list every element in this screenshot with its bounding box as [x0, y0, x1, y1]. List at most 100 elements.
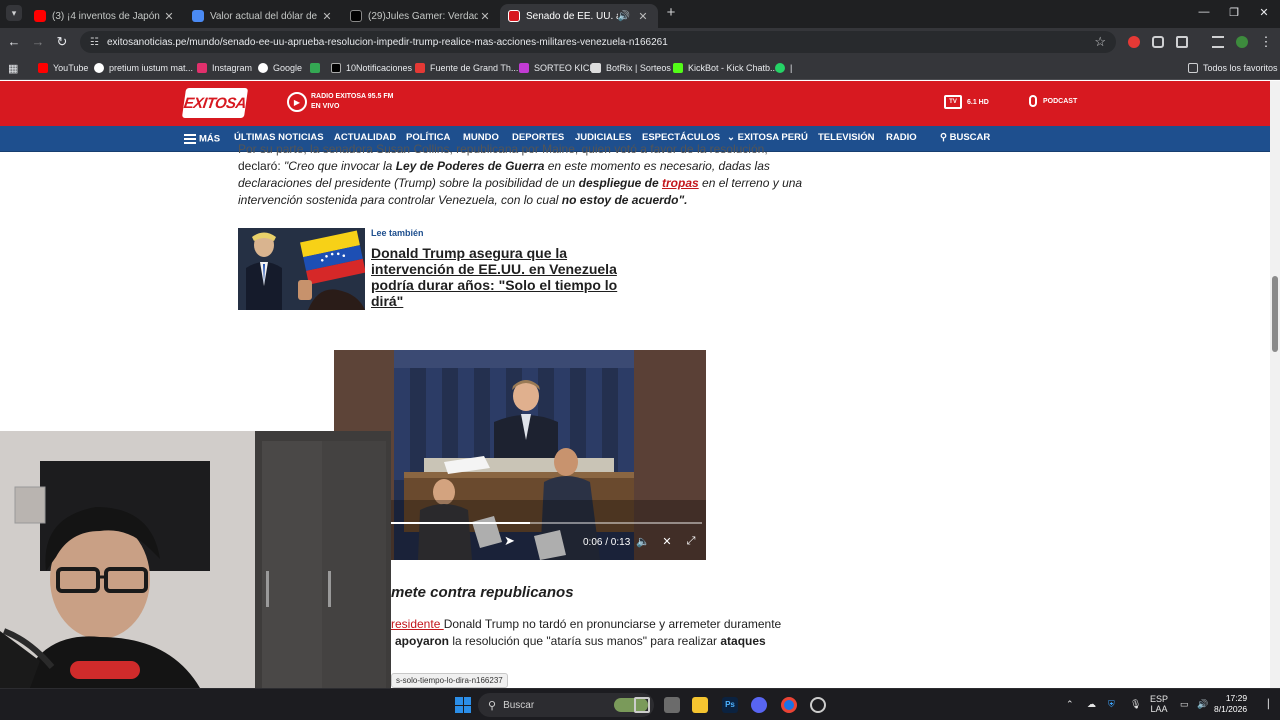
- address-bar[interactable]: ☷ exitosanoticias.pe/mundo/senado-ee-uu-…: [80, 31, 1116, 53]
- app-icon[interactable]: [664, 697, 680, 713]
- presidente-link[interactable]: residente: [391, 617, 444, 631]
- notifications-icon[interactable]: ▏: [1268, 699, 1275, 710]
- minimize-icon[interactable]: —: [1197, 6, 1211, 18]
- profile-avatar[interactable]: [1236, 36, 1248, 48]
- colorful-favicon-icon: [310, 63, 320, 73]
- video-progress-bar[interactable]: [384, 522, 702, 524]
- tropas-link[interactable]: tropas: [662, 176, 699, 190]
- radio-live-button[interactable]: ▶ RADIO EXITOSA 95.5 FM EN VIVO: [287, 92, 393, 112]
- bookmark-10notificaciones[interactable]: 10Notificaciones: [331, 61, 412, 75]
- apps-grid-icon[interactable]: ▦: [8, 61, 18, 75]
- file-explorer-icon[interactable]: [692, 697, 708, 713]
- site-header: EXITOSA ▶ RADIO EXITOSA 95.5 FM EN VIVO …: [0, 81, 1270, 126]
- bookmark-instagram[interactable]: Instagram: [197, 61, 252, 75]
- x-share-icon[interactable]: ✕: [660, 535, 674, 548]
- bookmark-youtube[interactable]: YouTube: [38, 61, 88, 75]
- bookmark-gta[interactable]: Fuente de Grand Th...: [415, 61, 518, 75]
- discord-icon[interactable]: [751, 697, 767, 713]
- bookmark-sorteo-kick[interactable]: SORTEO KICK: [519, 61, 595, 75]
- taskbar-search[interactable]: ⚲ Buscar: [478, 693, 654, 717]
- hamburger-icon: [184, 132, 196, 146]
- tray-mic-icon[interactable]: 🎙: [1130, 699, 1141, 710]
- back-icon[interactable]: ←: [6, 34, 22, 50]
- audio-playing-icon[interactable]: 🔊: [618, 11, 630, 22]
- menu-kebab-icon[interactable]: ⋮: [1258, 34, 1274, 50]
- close-tab-icon[interactable]: ✕: [478, 10, 492, 23]
- text: declaró:: [238, 159, 285, 173]
- nav-buscar[interactable]: ⚲ BUSCAR: [940, 132, 990, 143]
- app-circle-icon[interactable]: [810, 697, 826, 713]
- tv-label: 6.1 HD: [967, 98, 989, 106]
- google-icon: [258, 63, 268, 73]
- chrome-icon[interactable]: [781, 697, 797, 713]
- podcast-button[interactable]: PODCAST: [1029, 95, 1077, 107]
- tab-1[interactable]: (3) ¡4 inventos de Japón y Core ✕: [26, 4, 184, 28]
- input-language[interactable]: ESP LAA: [1150, 694, 1168, 714]
- bookmark-kickbot[interactable]: KickBot - Kick Chatb...: [673, 61, 778, 75]
- new-tab-button[interactable]: +: [664, 5, 678, 20]
- bookmark-label: YouTube: [53, 63, 89, 73]
- taskbar-clock[interactable]: 17:29 8/1/2026: [1214, 693, 1247, 715]
- bold-text: no estoy de acuerdo".: [561, 193, 688, 207]
- exitosa-favicon-icon: [508, 10, 520, 22]
- site-info-icon[interactable]: ☷: [90, 37, 99, 48]
- tv-button[interactable]: TV 6.1 HD: [944, 95, 989, 109]
- bookmark-botrix[interactable]: BotRix | Sorteos: [591, 61, 671, 75]
- close-tab-icon[interactable]: ✕: [162, 10, 176, 23]
- bookmark-pretium[interactable]: pretium iustum mat...: [94, 61, 193, 75]
- fullscreen-icon[interactable]: ⤢: [684, 535, 698, 548]
- scrollbar-thumb[interactable]: [1272, 276, 1278, 352]
- media-controls-icon[interactable]: [1212, 36, 1224, 48]
- tray-cloud-icon[interactable]: ☁: [1087, 699, 1096, 710]
- photoshop-icon[interactable]: Ps: [722, 697, 738, 713]
- related-article-image[interactable]: [238, 228, 365, 310]
- all-bookmarks-folder[interactable]: Todos los favoritos: [1188, 61, 1278, 75]
- extension-red-icon[interactable]: [1128, 36, 1140, 48]
- text: Donald Trump no tardó en pronunciarse y …: [443, 617, 782, 631]
- extensions-puzzle-icon[interactable]: [1176, 36, 1188, 48]
- webcam-overlay: [0, 431, 391, 688]
- youtube-favicon-icon: [34, 10, 46, 22]
- tab-2[interactable]: Valor actual del dólar de 1913 ✕: [184, 4, 342, 28]
- search-label: Buscar: [503, 699, 535, 711]
- tray-network-icon[interactable]: ▭: [1180, 699, 1189, 710]
- bookmark-unnamed[interactable]: [310, 61, 325, 75]
- bookmark-label: 10Notificaciones: [346, 63, 413, 73]
- restore-icon[interactable]: ❐: [1227, 6, 1241, 19]
- page-scrollbar[interactable]: [1270, 81, 1280, 688]
- x-icon: [331, 63, 341, 73]
- extension-box-icon[interactable]: [1152, 36, 1164, 48]
- bookmark-whatsapp[interactable]: |: [775, 61, 792, 75]
- reload-icon[interactable]: ↻: [54, 34, 70, 50]
- tray-shield-icon[interactable]: ⛨: [1108, 699, 1115, 710]
- windows-start-icon[interactable]: [455, 697, 471, 713]
- related-article-card[interactable]: Lee también Donald Trump asegura que la …: [238, 228, 638, 310]
- task-view-icon[interactable]: [634, 697, 650, 713]
- text: en el terreno y una: [698, 176, 803, 190]
- forward-icon[interactable]: →: [30, 34, 46, 50]
- radio-label: RADIO EXITOSA 95.5 FM: [311, 93, 394, 100]
- nav-label: MÁS: [199, 133, 221, 145]
- text: "Creo que invocar la: [284, 159, 396, 173]
- close-window-icon[interactable]: ✕: [1257, 6, 1271, 19]
- bookmark-star-icon[interactable]: ☆: [1094, 34, 1106, 50]
- nav-mas[interactable]: MÁS: [184, 132, 220, 146]
- close-tab-icon[interactable]: ✕: [320, 10, 334, 23]
- nav-television[interactable]: TELEVISIÓN: [818, 132, 874, 143]
- tray-chevron-icon[interactable]: ⌃: [1066, 699, 1074, 710]
- tab-3[interactable]: (29)Jules Gamer: Verdades Reve ✕: [342, 4, 500, 28]
- close-tab-icon[interactable]: ✕: [636, 10, 650, 23]
- related-title-link[interactable]: Donald Trump asegura que la intervención…: [371, 245, 621, 309]
- exitosa-logo[interactable]: EXITOSA: [181, 88, 249, 118]
- tray-volume-icon[interactable]: 🔊: [1197, 699, 1208, 710]
- text: en este momento es necesario, dadas las: [544, 159, 770, 173]
- volume-icon[interactable]: 🔈: [636, 535, 650, 548]
- nav-radio[interactable]: RADIO: [886, 132, 917, 143]
- tab-title: (3) ¡4 inventos de Japón y Core: [52, 10, 162, 22]
- tab-title: Senado de EE. UU. aprueba: [526, 10, 618, 22]
- tab-title: Valor actual del dólar de 1913: [210, 10, 320, 22]
- bookmark-google[interactable]: Google: [258, 61, 302, 75]
- tab-4-active[interactable]: Senado de EE. UU. aprueba 🔊 ✕: [500, 4, 658, 28]
- tab-search-button[interactable]: ▾: [6, 5, 22, 21]
- kick-icon: [519, 63, 529, 73]
